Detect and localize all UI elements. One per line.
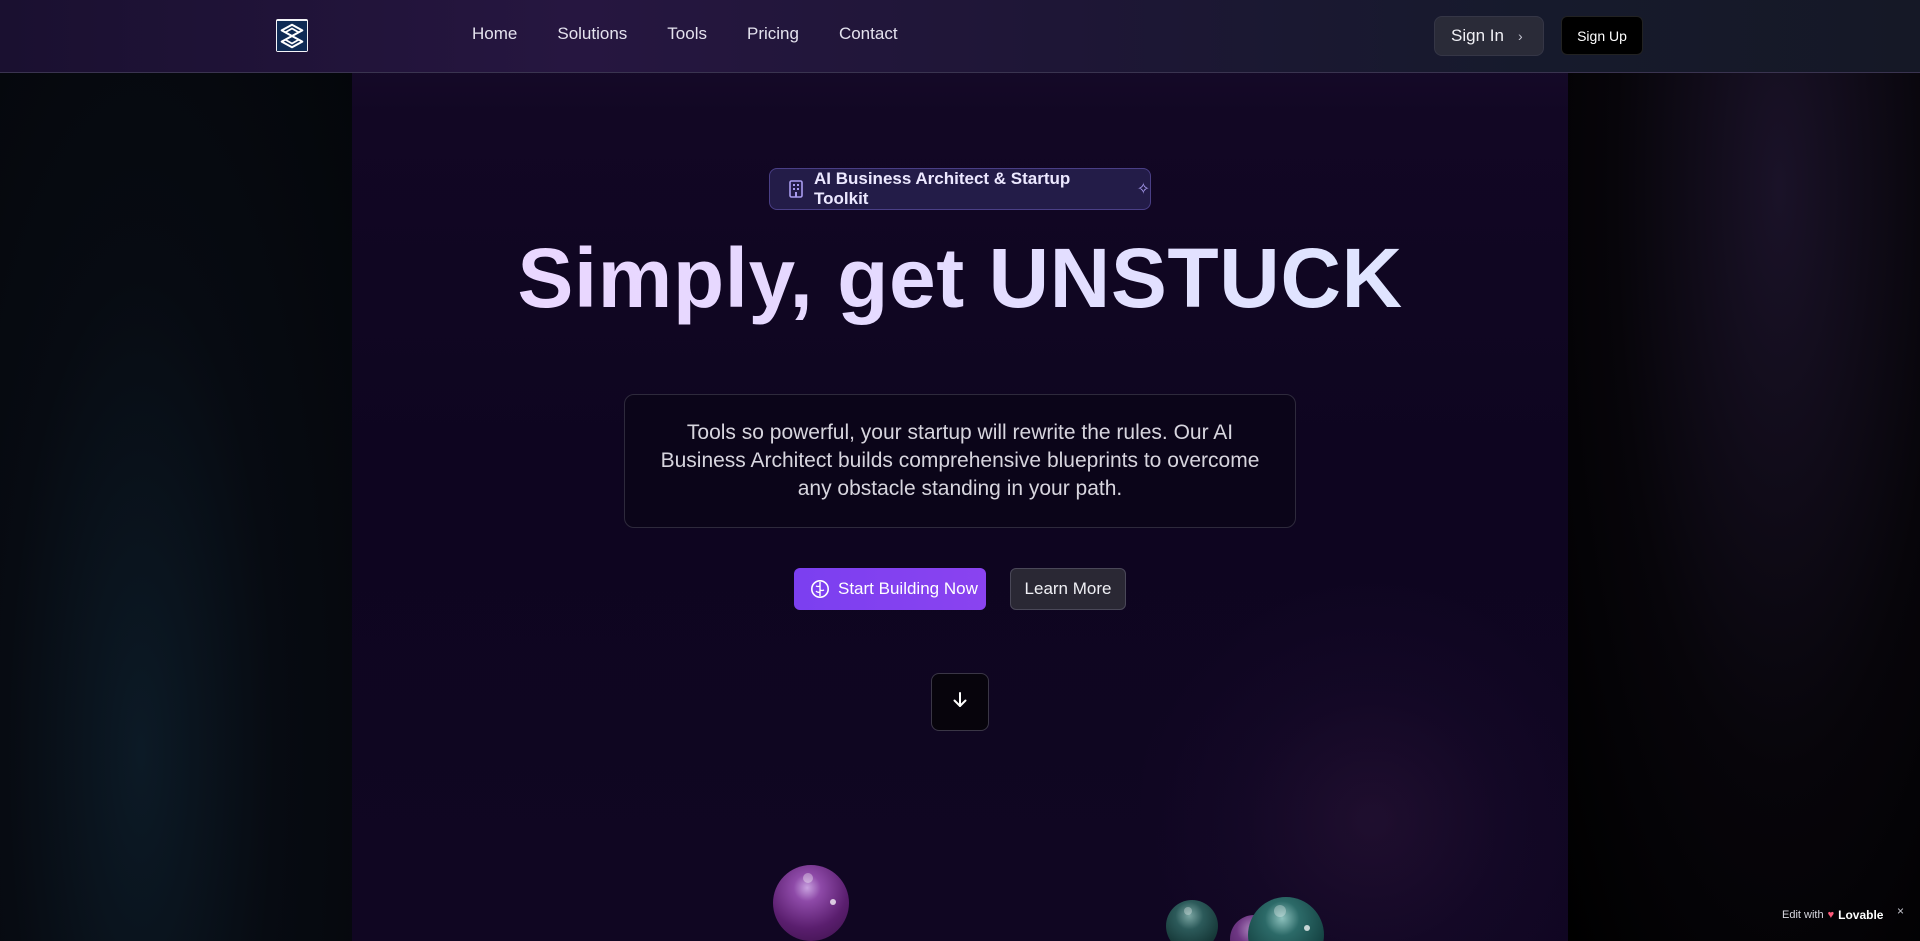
learn-more-label: Learn More (1024, 579, 1112, 598)
nav-home-link[interactable]: Home (472, 24, 517, 44)
nav-pricing-link[interactable]: Pricing (747, 24, 799, 44)
decorative-orb-purple (773, 865, 849, 941)
background-left-panel (0, 0, 352, 941)
top-navbar: Home Solutions Tools Pricing Contact Sig… (0, 0, 1920, 73)
sign-in-button[interactable]: Sign In › (1434, 16, 1544, 56)
hero-title-container: Simply, get UNSTUCK (517, 231, 1402, 334)
hero-badge: AI Business Architect & Startup Toolkit … (769, 168, 1151, 210)
nav-tools-link[interactable]: Tools (667, 24, 707, 44)
building-icon (788, 180, 804, 198)
learn-more-button[interactable]: Learn More (1010, 568, 1126, 610)
hero-description: Tools so powerful, your startup will rew… (624, 394, 1296, 528)
hero-badge-text: AI Business Architect & Startup Toolkit (814, 169, 1071, 208)
brain-icon (810, 579, 830, 599)
arrow-down-icon (950, 690, 970, 715)
sign-up-button[interactable]: Sign Up (1561, 16, 1643, 55)
nav-solutions-link[interactable]: Solutions (557, 24, 627, 44)
hero-description-text: Tools so powerful, your startup will rew… (660, 421, 1260, 500)
lovable-edit-badge[interactable]: Edit with ♥ Lovable (1782, 908, 1883, 922)
close-icon[interactable]: × (1897, 904, 1904, 918)
sparkles-icon: ✧ (1136, 181, 1150, 198)
start-building-button[interactable]: Start Building Now (794, 568, 986, 610)
scroll-down-button[interactable] (931, 673, 989, 731)
s-brand-logo-icon[interactable] (276, 19, 308, 52)
lovable-prefix: Edit with (1782, 909, 1824, 921)
start-building-label: Start Building Now (838, 579, 978, 598)
sign-in-label: Sign In (1451, 26, 1504, 45)
main-nav: Home Solutions Tools Pricing Contact (472, 24, 898, 44)
chevron-right-icon: › (1517, 28, 1523, 44)
lovable-brand: Lovable (1838, 908, 1884, 922)
sign-up-label: Sign Up (1577, 27, 1627, 44)
heart-icon: ♥ (1827, 909, 1835, 921)
nav-contact-link[interactable]: Contact (839, 24, 898, 44)
background-right-panel (1568, 0, 1920, 941)
hero-title: Simply, get UNSTUCK (0, 230, 1920, 327)
